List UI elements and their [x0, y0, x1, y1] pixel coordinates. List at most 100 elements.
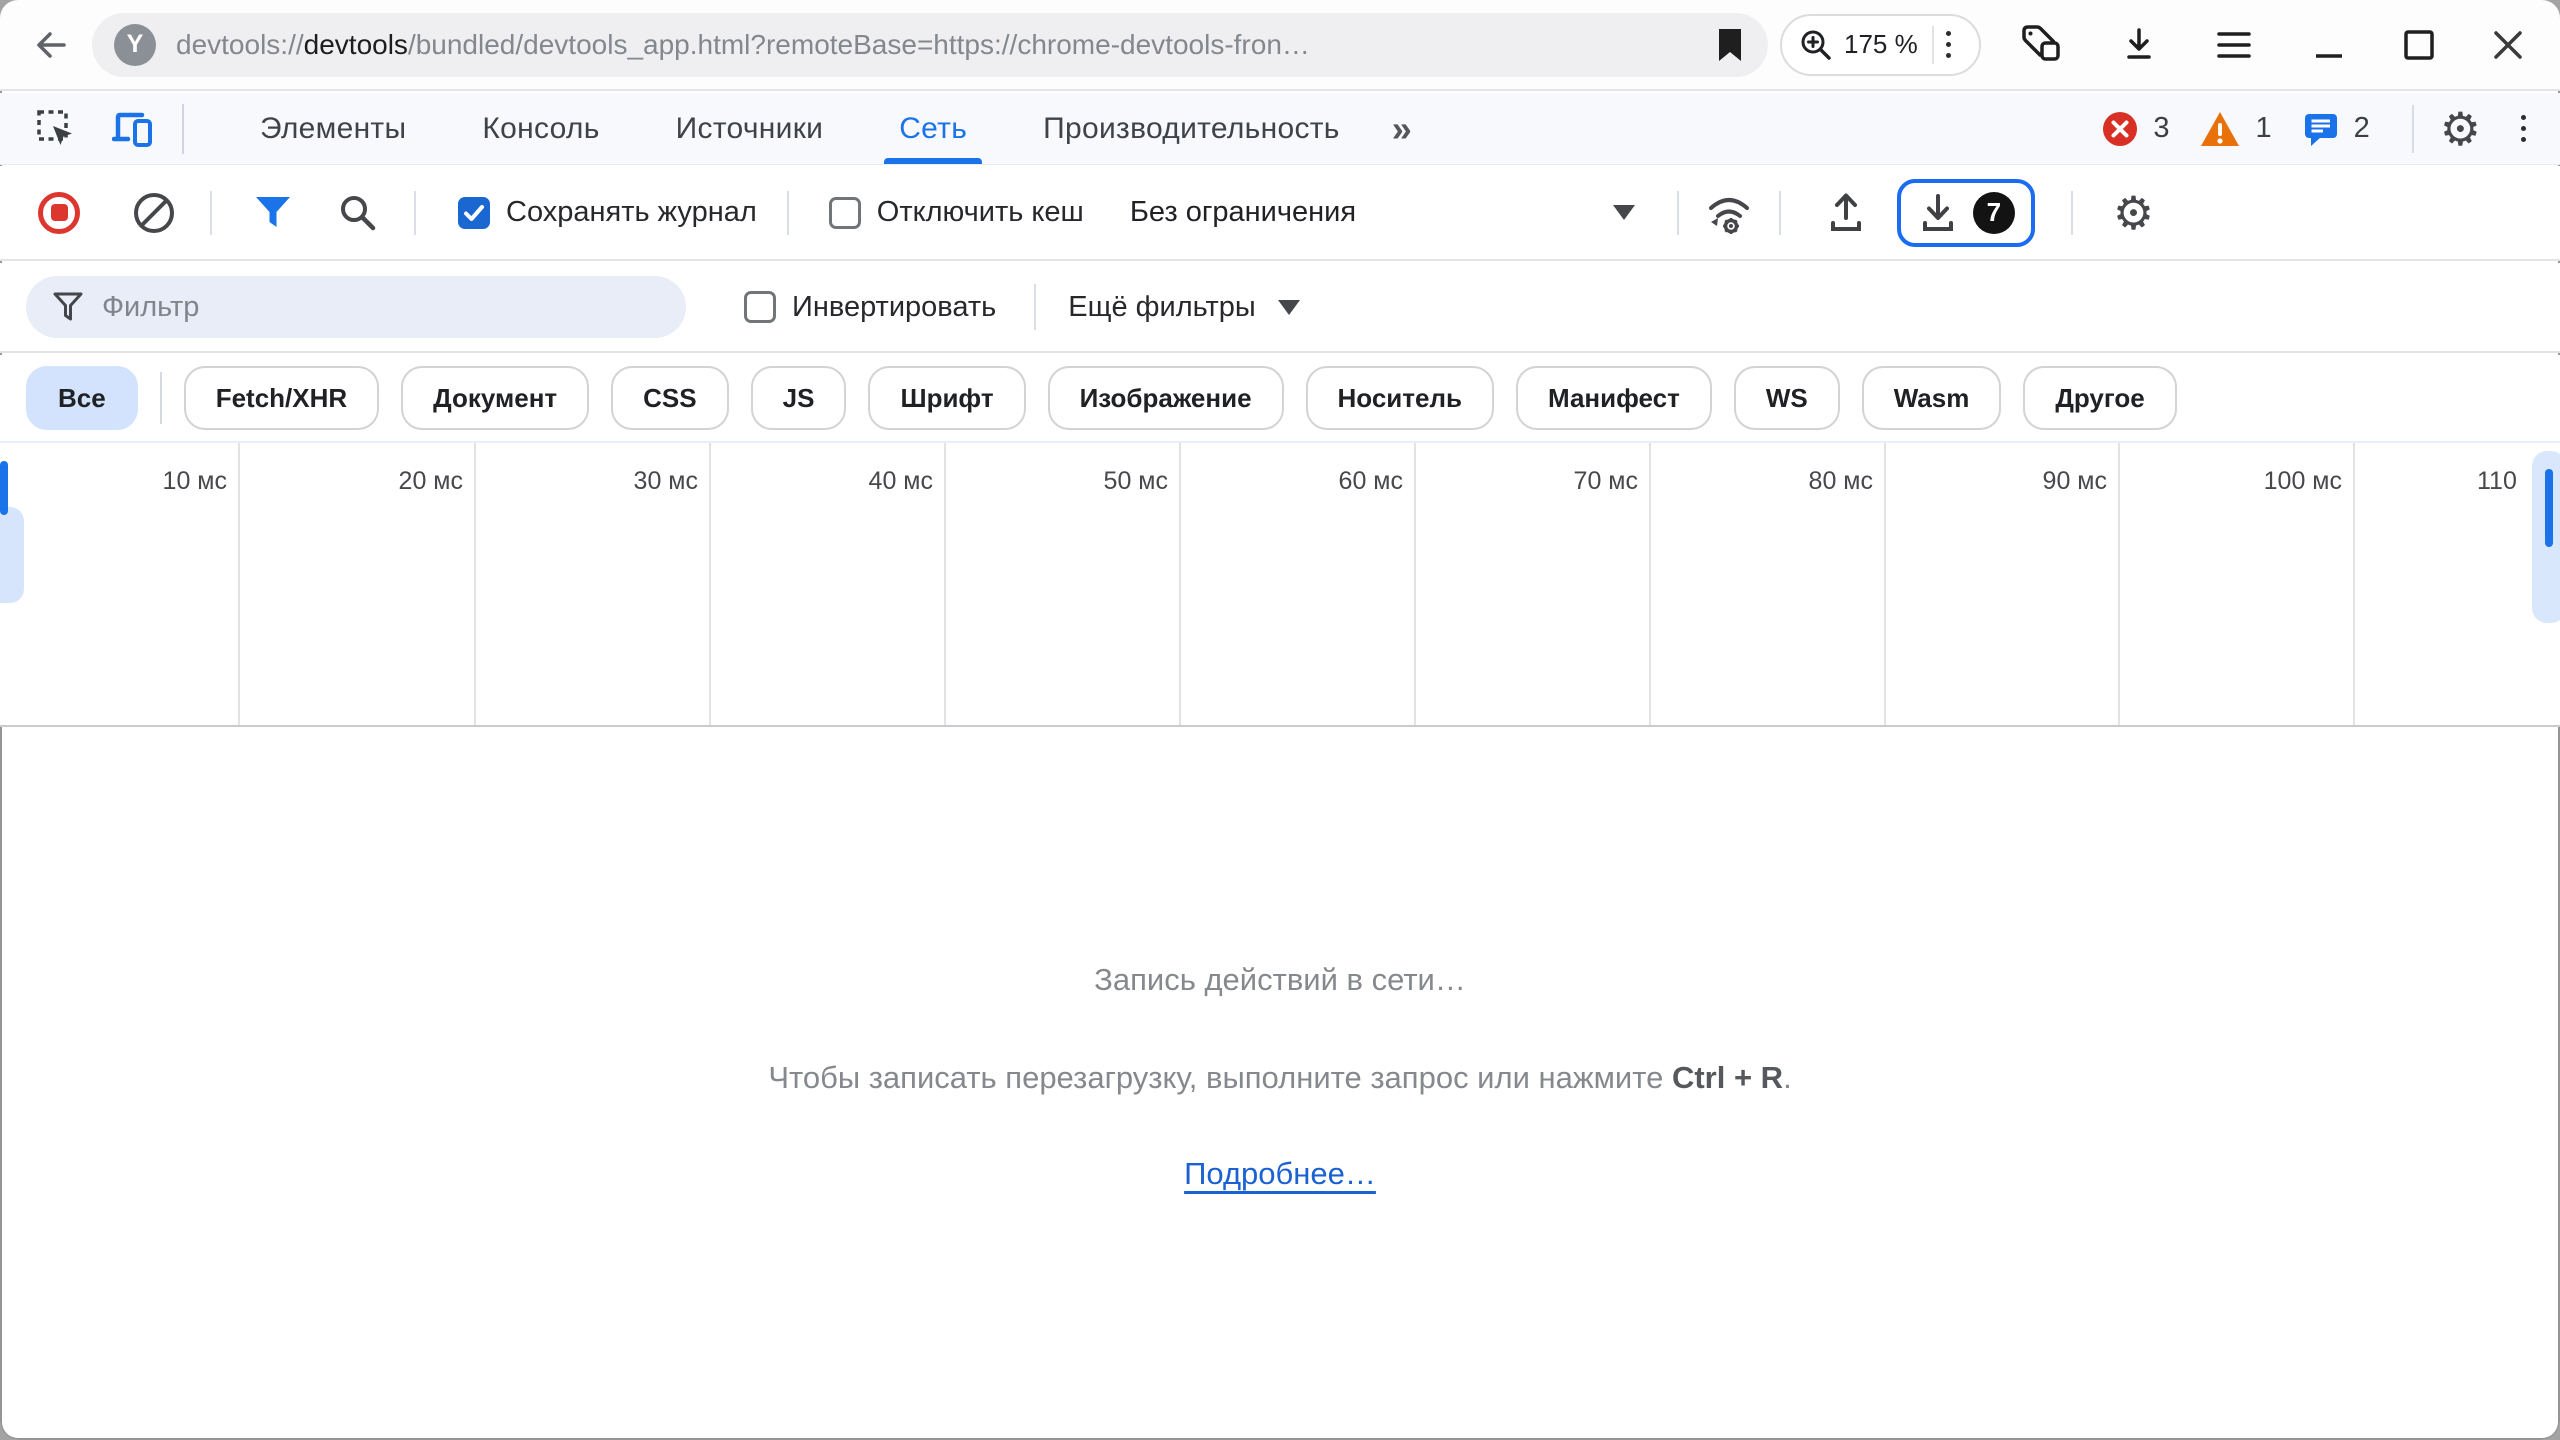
site-favicon-icon: Y [114, 24, 156, 66]
network-settings-gear-icon[interactable]: ⚙ [2113, 190, 2154, 236]
filter-field[interactable] [26, 276, 686, 338]
gridline [944, 443, 946, 725]
error-count: 3 [2153, 112, 2169, 145]
maximize-icon [2403, 29, 2435, 61]
chip-fetch-xhr[interactable]: Fetch/XHR [184, 366, 379, 430]
network-conditions-button[interactable] [1705, 191, 1755, 235]
more-tabs-chevron[interactable]: » [1392, 108, 1412, 150]
learn-more-link[interactable]: Подробнее… [1184, 1156, 1376, 1191]
upload-icon [1825, 190, 1867, 236]
tick-label: 30 мс [634, 467, 698, 496]
divider [1779, 191, 1781, 235]
gridline [1179, 443, 1181, 725]
scrollbar-thumb[interactable] [2545, 469, 2553, 547]
inspect-element-button[interactable] [36, 109, 76, 149]
chip-font[interactable]: Шрифт [868, 366, 1025, 430]
tab-sources[interactable]: Источники [676, 93, 824, 164]
more-filters-button[interactable]: Ещё фильтры [1068, 291, 1299, 324]
chip-all[interactable]: Все [26, 366, 138, 430]
scrollbar-thumb[interactable] [0, 461, 8, 515]
devtools-settings-gear-icon[interactable]: ⚙ [2440, 106, 2481, 152]
downloads-button[interactable] [2119, 25, 2159, 65]
invert-filter-checkbox[interactable] [744, 291, 776, 323]
chip-document[interactable]: Документ [401, 366, 589, 430]
disable-cache-checkbox[interactable] [829, 197, 861, 229]
url-scheme: devtools:// [176, 29, 304, 60]
record-network-log-button[interactable] [38, 192, 80, 234]
network-toolbar: Сохранять журнал Отключить кеш Без огран… [0, 166, 2560, 261]
maximize-button[interactable] [2403, 29, 2435, 61]
chip-media[interactable]: Носитель [1306, 366, 1494, 430]
bookmark-icon[interactable] [1718, 28, 1742, 62]
back-button[interactable] [26, 21, 74, 69]
zoom-menu-icon[interactable] [1934, 31, 1963, 58]
zoom-control[interactable]: 175 % [1780, 14, 1981, 76]
devtools-menu-kebab-icon[interactable] [2509, 115, 2538, 142]
url-text: devtools://devtools/bundled/devtools_app… [176, 29, 1706, 61]
gridline [238, 443, 240, 725]
tick-label: 100 мс [2264, 467, 2342, 496]
download-har-icon [1917, 190, 1959, 236]
filter-toggle-button[interactable] [254, 196, 292, 230]
devtools-tabbar: Элементы Консоль Источники Сеть Производ… [0, 93, 2560, 165]
divider [2071, 191, 2073, 235]
divider [210, 191, 212, 235]
browser-toolbar: Y devtools://devtools/bundled/devtools_a… [0, 0, 2560, 91]
clear-network-log-button[interactable] [134, 193, 174, 233]
dropdown-caret-icon [1613, 205, 1635, 220]
empty-state-hint: Чтобы записать перезагрузку, выполните з… [0, 1060, 2560, 1096]
preserve-log-checkbox[interactable] [458, 197, 490, 229]
chip-image[interactable]: Изображение [1048, 366, 1284, 430]
chip-other[interactable]: Другое [2023, 366, 2176, 430]
search-button[interactable] [338, 193, 378, 233]
import-har-button[interactable] [1825, 190, 1867, 236]
chip-ws[interactable]: WS [1734, 366, 1840, 430]
zoom-in-icon [1798, 27, 1834, 63]
network-overview-timeline[interactable]: 10 мс 20 мс 30 мс 40 мс 50 мс 60 мс 70 м… [0, 441, 2560, 727]
close-button[interactable] [2491, 28, 2525, 62]
collections-button[interactable] [2017, 24, 2063, 66]
tick-label: 90 мс [2043, 467, 2107, 496]
download-count-badge: 7 [1973, 192, 2015, 234]
gridline [709, 443, 711, 725]
tab-elements[interactable]: Элементы [260, 93, 406, 164]
dropdown-caret-icon [1278, 300, 1300, 315]
tick-label: 40 мс [869, 467, 933, 496]
tick-label: 80 мс [1809, 467, 1873, 496]
scrollbar-track[interactable] [0, 507, 24, 603]
throttling-select[interactable]: Без ограничения [1130, 196, 1635, 229]
hint-text: Чтобы записать перезагрузку, выполните з… [768, 1060, 1672, 1095]
chip-wasm[interactable]: Wasm [1862, 366, 2002, 430]
inspect-cursor-icon [36, 109, 76, 149]
tabbar-right-controls: ⚙ [2386, 105, 2538, 153]
request-type-filters: Все Fetch/XHR Документ CSS JS Шрифт Изоб… [0, 355, 2560, 441]
url-host: devtools [304, 29, 408, 60]
chip-js[interactable]: JS [751, 366, 847, 430]
error-badge-icon [2101, 110, 2139, 148]
minimize-button[interactable] [2313, 29, 2345, 61]
address-bar[interactable]: Y devtools://devtools/bundled/devtools_a… [92, 13, 1768, 77]
empty-state-title: Запись действий в сети… [0, 962, 2560, 998]
disable-cache-label[interactable]: Отключить кеш [877, 196, 1084, 229]
chip-css[interactable]: CSS [611, 366, 728, 430]
tab-network[interactable]: Сеть [899, 93, 967, 164]
console-status-badges[interactable]: 3 1 2 [2101, 110, 2385, 148]
empty-state-link-row: Подробнее… [0, 1156, 2560, 1192]
funnel-outline-icon [26, 291, 84, 323]
filter-input[interactable] [102, 291, 622, 324]
export-har-button[interactable]: 7 [1897, 179, 2035, 247]
browser-menu-button[interactable] [2217, 31, 2251, 59]
tab-performance[interactable]: Производительность [1043, 93, 1340, 164]
preserve-log-label[interactable]: Сохранять журнал [506, 196, 757, 229]
warning-badge-icon [2199, 110, 2241, 148]
minimize-icon [2313, 29, 2345, 61]
device-toolbar-button[interactable] [112, 109, 154, 149]
gridline [474, 443, 476, 725]
issues-count: 2 [2354, 112, 2370, 145]
throttling-value: Без ограничения [1130, 196, 1356, 229]
invert-filter-label[interactable]: Инвертировать [792, 291, 996, 324]
chip-manifest[interactable]: Манифест [1516, 366, 1712, 430]
url-path: /bundled/devtools_app.html?remoteBase=ht… [408, 29, 1310, 60]
tab-console[interactable]: Консоль [482, 93, 599, 164]
panel-tabs: Элементы Консоль Источники Сеть Производ… [260, 93, 1340, 164]
